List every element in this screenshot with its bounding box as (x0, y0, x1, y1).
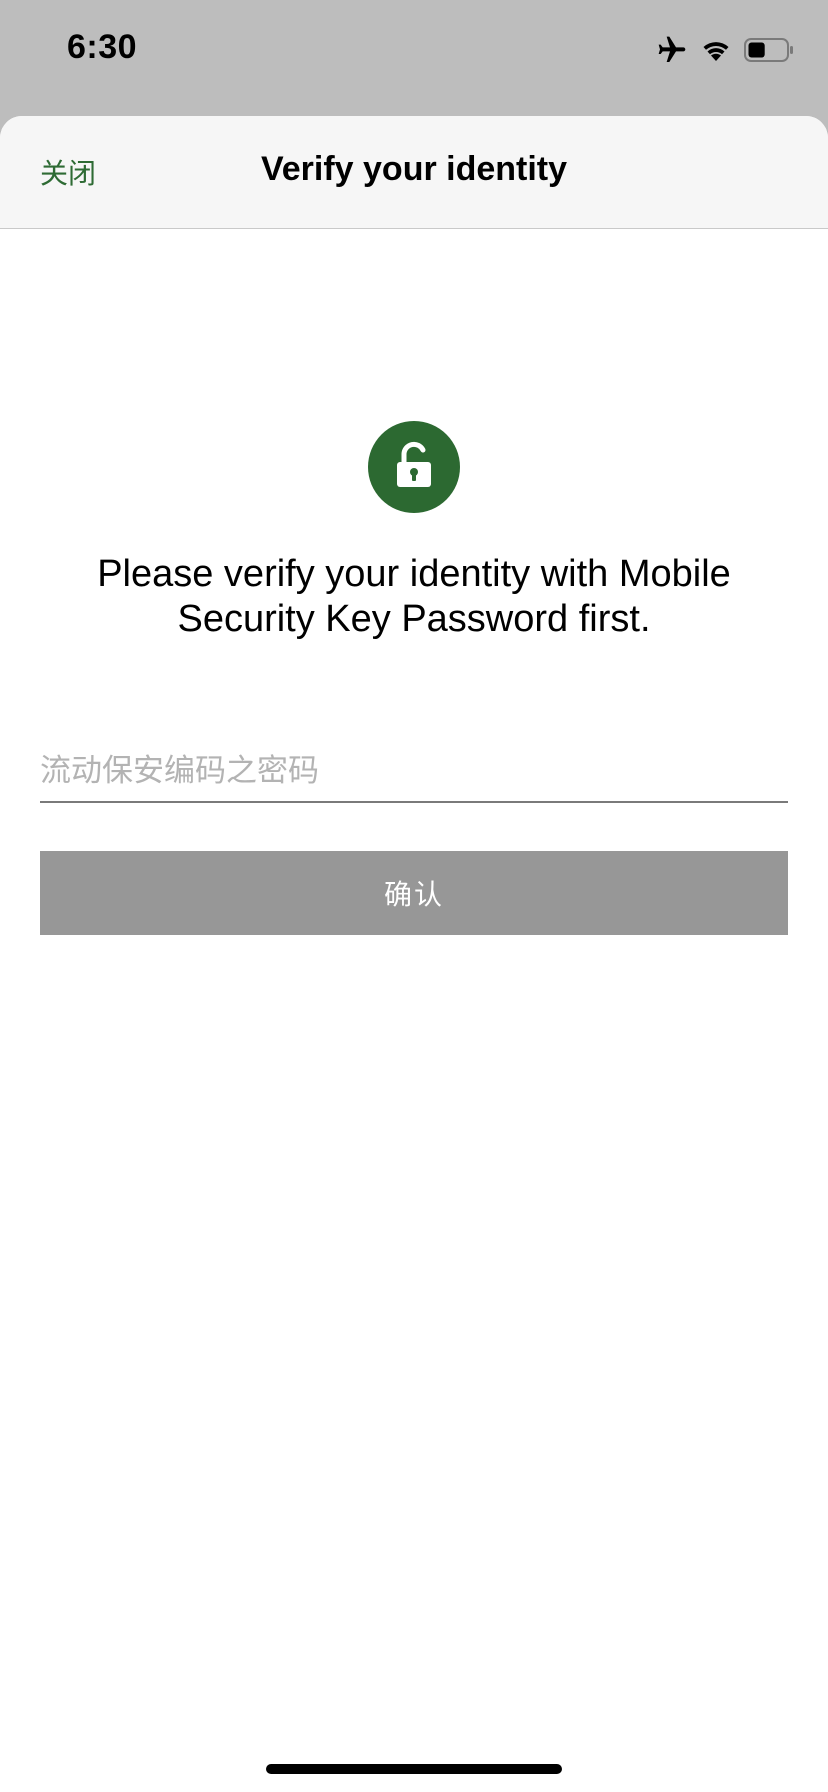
battery-icon (744, 37, 794, 63)
verify-message: Please verify your identity with Mobile … (97, 553, 731, 640)
password-field[interactable] (40, 741, 788, 803)
page-title: Verify your identity (260, 150, 568, 188)
modal-sheet: 关闭 Verify your identity Please verify yo… (0, 116, 828, 1792)
status-bar: 6:30 (0, 0, 828, 112)
status-time: 6:30 (67, 28, 138, 66)
screen: 6:30 关闭 Verify your identity Please veri… (0, 0, 828, 1792)
airplane-icon (656, 34, 688, 66)
battery-fill (748, 42, 765, 58)
unlocked-padlock-icon (394, 441, 434, 494)
lock-badge (368, 421, 460, 513)
wifi-icon (700, 37, 732, 63)
status-icons (656, 34, 794, 66)
nav-bar: 关闭 Verify your identity (0, 116, 828, 229)
confirm-button[interactable]: 确认 (40, 851, 788, 935)
home-indicator (266, 1764, 562, 1774)
